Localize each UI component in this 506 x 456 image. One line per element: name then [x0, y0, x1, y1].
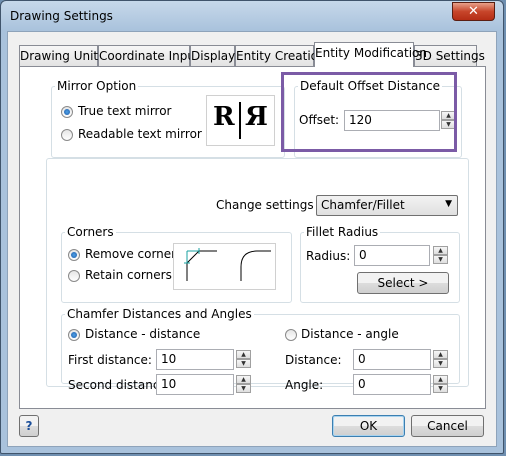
- spin-up-icon[interactable]: ▲: [236, 375, 251, 384]
- mirror-axis-line: [239, 102, 241, 139]
- radius-spinner[interactable]: ▲ ▼: [433, 246, 448, 265]
- tab-coordinate-input[interactable]: Coordinate Input: [98, 45, 200, 66]
- first-distance-spinner[interactable]: ▲ ▼: [236, 350, 251, 369]
- ok-button[interactable]: OK: [332, 415, 405, 437]
- true-text-mirror-label[interactable]: True text mirror: [78, 104, 172, 118]
- radius-label: Radius:: [306, 249, 351, 263]
- mirror-preview-r-mirrored: Я: [245, 102, 268, 132]
- true-text-mirror-radio[interactable]: [61, 106, 73, 118]
- second-distance-input[interactable]: 10: [156, 374, 234, 395]
- change-settings-value: Chamfer/Fillet: [321, 198, 405, 212]
- select-button[interactable]: Select >: [357, 272, 449, 294]
- retain-corners-radio[interactable]: [68, 270, 80, 282]
- readable-text-mirror-radio[interactable]: [61, 129, 73, 141]
- corners-title: Corners: [65, 225, 116, 239]
- dropdown-arrow-icon: ▼: [445, 199, 452, 209]
- distance-distance-radio[interactable]: [68, 329, 80, 341]
- mirror-preview: R Я: [206, 95, 275, 146]
- spin-up-icon[interactable]: ▲: [433, 375, 448, 384]
- fillet-radius-title: Fillet Radius: [304, 225, 381, 239]
- distance-spinner[interactable]: ▲ ▼: [433, 350, 448, 369]
- mirror-option-title: Mirror Option: [55, 79, 139, 93]
- retain-corners-label[interactable]: Retain corners: [85, 268, 172, 282]
- spin-down-icon[interactable]: ▼: [433, 255, 448, 264]
- tab-entity-creation[interactable]: Entity Creation: [235, 45, 326, 66]
- angle-spinner[interactable]: ▲ ▼: [433, 375, 448, 394]
- angle-label: Angle:: [285, 378, 324, 392]
- first-distance-label: First distance:: [68, 353, 152, 367]
- first-distance-input[interactable]: 10: [156, 349, 234, 370]
- radius-input[interactable]: 0: [354, 245, 430, 266]
- readable-text-mirror-label[interactable]: Readable text mirror: [78, 127, 202, 141]
- distance-angle-label[interactable]: Distance - angle: [301, 327, 399, 341]
- title-bar[interactable]: Drawing Settings ✕: [1, 1, 503, 31]
- second-distance-spinner[interactable]: ▲ ▼: [236, 375, 251, 394]
- drawing-settings-dialog: Drawing Settings ✕ Drawing Units Coordin…: [0, 0, 504, 454]
- remove-corners-label[interactable]: Remove corners: [85, 247, 182, 261]
- tab-drawing-units[interactable]: Drawing Units: [19, 45, 104, 66]
- spin-up-icon[interactable]: ▲: [236, 350, 251, 359]
- spin-up-icon[interactable]: ▲: [433, 350, 448, 359]
- angle-input[interactable]: 0: [353, 374, 431, 395]
- distance-distance-label[interactable]: Distance - distance: [85, 327, 200, 341]
- spin-up-icon[interactable]: ▲: [433, 246, 448, 255]
- distance-angle-radio[interactable]: [285, 329, 297, 341]
- corners-preview-icon: [173, 243, 276, 290]
- close-button[interactable]: ✕: [452, 2, 495, 21]
- highlight-box: [281, 72, 457, 152]
- tab-display[interactable]: Display: [190, 45, 235, 66]
- cancel-button[interactable]: Cancel: [411, 415, 484, 437]
- mirror-preview-r: R: [213, 102, 235, 132]
- spin-down-icon[interactable]: ▼: [433, 384, 448, 393]
- spin-down-icon[interactable]: ▼: [236, 359, 251, 368]
- help-button[interactable]: ?: [19, 415, 39, 437]
- window-title: Drawing Settings: [10, 9, 113, 23]
- change-settings-select[interactable]: Chamfer/Fillet ▼: [316, 195, 458, 216]
- spin-down-icon[interactable]: ▼: [236, 384, 251, 393]
- tab-entity-modification[interactable]: Entity Modification: [314, 42, 427, 67]
- remove-corners-radio[interactable]: [68, 249, 80, 261]
- distance-input[interactable]: 0: [353, 349, 431, 370]
- spin-down-icon[interactable]: ▼: [433, 359, 448, 368]
- chamfer-title: Chamfer Distances and Angles: [65, 307, 254, 321]
- distance-label: Distance:: [285, 353, 342, 367]
